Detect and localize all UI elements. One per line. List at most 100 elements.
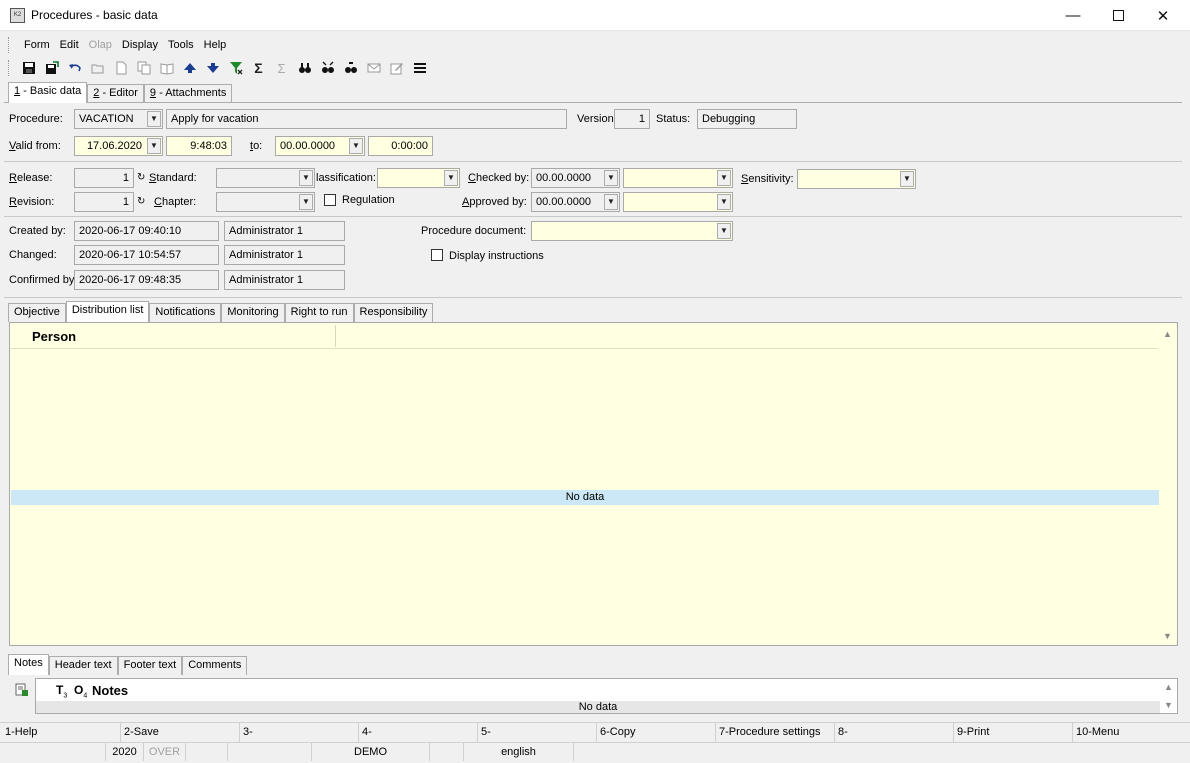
approved-by-user-combo[interactable]: ▼: [623, 192, 733, 212]
arrow-up-icon[interactable]: [178, 58, 201, 78]
tab-distribution-list[interactable]: Distribution list: [65, 301, 150, 322]
regulation-checkbox[interactable]: [324, 194, 336, 206]
mail-icon[interactable]: [362, 58, 385, 78]
tab-header-text[interactable]: Header text: [48, 656, 118, 675]
scroll-down-icon[interactable]: ▼: [1163, 631, 1172, 641]
fkey-print[interactable]: 9-Print: [955, 723, 1073, 742]
menu-edit[interactable]: Edit: [55, 39, 84, 51]
revision-field[interactable]: 1: [74, 192, 134, 212]
edit-icon[interactable]: [385, 58, 408, 78]
new-icon[interactable]: [109, 58, 132, 78]
to-time-field[interactable]: 0:00:00: [368, 136, 433, 156]
fkey-4[interactable]: 4-: [360, 723, 478, 742]
undo-icon[interactable]: [63, 58, 86, 78]
menu-help[interactable]: Help: [199, 39, 232, 51]
sensitivity-combo[interactable]: ▼: [797, 169, 916, 189]
menu-tools[interactable]: Tools: [163, 39, 199, 51]
confirmed-by-user-field[interactable]: Administrator 1: [224, 270, 345, 290]
tab-notifications[interactable]: Notifications: [149, 303, 222, 322]
version-field[interactable]: 1: [614, 109, 650, 129]
scroll-down-icon[interactable]: ▼: [1164, 700, 1173, 710]
chevron-down-icon[interactable]: ▼: [717, 223, 731, 239]
find-icon[interactable]: [339, 58, 362, 78]
sum-filter-icon[interactable]: Σ: [270, 58, 293, 78]
tab-comments[interactable]: Comments: [182, 656, 248, 675]
menu-display[interactable]: Display: [117, 39, 163, 51]
tab-monitoring[interactable]: Monitoring: [221, 303, 285, 322]
binoculars-icon[interactable]: [293, 58, 316, 78]
fkey-3[interactable]: 3-: [241, 723, 359, 742]
chevron-down-icon[interactable]: ▼: [444, 170, 458, 186]
save-as-icon[interactable]: [40, 58, 63, 78]
checked-by-user-combo[interactable]: ▼: [623, 168, 733, 188]
tab-basic-data[interactable]: 1 - Basic data: [8, 82, 88, 103]
status-field[interactable]: Debugging: [697, 109, 797, 129]
column-header-person[interactable]: Person: [32, 329, 76, 344]
scroll-up-icon[interactable]: ▲: [1164, 682, 1173, 692]
column-header-t[interactable]: T3: [56, 683, 67, 699]
confirmed-by-date-field[interactable]: 2020-06-17 09:48:35: [74, 270, 219, 290]
fkey-procedure-settings[interactable]: 7-Procedure settings: [717, 723, 835, 742]
chevron-down-icon[interactable]: ▼: [604, 170, 618, 186]
to-date-combo[interactable]: 00.00.0000 ▼: [275, 136, 365, 156]
filter-icon[interactable]: [224, 58, 247, 78]
chevron-down-icon[interactable]: ▼: [900, 171, 914, 187]
open-icon[interactable]: [86, 58, 109, 78]
procedure-document-combo[interactable]: ▼: [531, 221, 733, 241]
notes-add-icon[interactable]: [15, 683, 29, 700]
tab-notes[interactable]: Notes: [8, 654, 49, 675]
standard-combo[interactable]: ▼: [216, 168, 315, 188]
chevron-down-icon[interactable]: ▼: [717, 170, 731, 186]
arrow-down-icon[interactable]: [201, 58, 224, 78]
sum-icon[interactable]: Σ: [247, 58, 270, 78]
fkey-5[interactable]: 5-: [479, 723, 597, 742]
chevron-down-icon[interactable]: ▼: [147, 111, 161, 127]
chevron-down-icon[interactable]: ▼: [717, 194, 731, 210]
chevron-down-icon[interactable]: ▼: [349, 138, 363, 154]
copy-icon[interactable]: [132, 58, 155, 78]
history-icon[interactable]: ↻: [137, 168, 145, 188]
changed-user-field[interactable]: Administrator 1: [224, 245, 345, 265]
created-by-user-field[interactable]: Administrator 1: [224, 221, 345, 241]
minimize-button[interactable]: —: [1050, 0, 1096, 31]
fkey-8[interactable]: 8-: [836, 723, 954, 742]
release-field[interactable]: 1: [74, 168, 134, 188]
tab-objective[interactable]: Objective: [8, 303, 66, 322]
column-header-o[interactable]: O4: [74, 683, 87, 699]
notes-grid[interactable]: T3 O4 Notes No data ▲ ▼: [35, 678, 1178, 714]
find-next-icon[interactable]: [316, 58, 339, 78]
maximize-button[interactable]: [1095, 0, 1141, 31]
chapter-combo[interactable]: ▼: [216, 192, 315, 212]
tab-right-to-run[interactable]: Right to run: [284, 303, 354, 322]
checked-by-date-combo[interactable]: 00.00.0000 ▼: [531, 168, 620, 188]
valid-from-date-combo[interactable]: 17.06.2020 ▼: [74, 136, 163, 156]
valid-from-time-field[interactable]: 9:48:03: [166, 136, 232, 156]
procedure-name-field[interactable]: Apply for vacation: [166, 109, 567, 129]
chevron-down-icon[interactable]: ▼: [299, 194, 313, 210]
fkey-copy[interactable]: 6-Copy: [598, 723, 716, 742]
tab-footer-text[interactable]: Footer text: [117, 656, 183, 675]
chevron-down-icon[interactable]: ▼: [299, 170, 313, 186]
approved-by-date-combo[interactable]: 00.00.0000 ▼: [531, 192, 620, 212]
menu-olap[interactable]: Olap: [84, 39, 117, 51]
scroll-up-icon[interactable]: ▲: [1163, 329, 1172, 339]
chevron-down-icon[interactable]: ▼: [147, 138, 161, 154]
history-icon[interactable]: ↻: [137, 192, 145, 212]
procedure-combo[interactable]: VACATION ▼: [74, 109, 163, 129]
column-header-notes[interactable]: Notes: [92, 683, 128, 698]
display-instructions-checkbox[interactable]: [431, 249, 443, 261]
chevron-down-icon[interactable]: ▼: [604, 194, 618, 210]
created-by-date-field[interactable]: 2020-06-17 09:40:10: [74, 221, 219, 241]
classification-combo[interactable]: ▼: [377, 168, 460, 188]
fkey-help[interactable]: 1-Help: [3, 723, 121, 742]
changed-date-field[interactable]: 2020-06-17 10:54:57: [74, 245, 219, 265]
fkey-menu[interactable]: 10-Menu: [1074, 723, 1186, 742]
menu-lines-icon[interactable]: [408, 58, 431, 78]
tab-attachments[interactable]: 9 - Attachments: [143, 84, 233, 103]
distribution-list-grid[interactable]: Person No data ▲ ▼: [9, 322, 1178, 646]
fkey-save[interactable]: 2-Save: [122, 723, 240, 742]
tab-responsibility[interactable]: Responsibility: [353, 303, 434, 322]
close-button[interactable]: ✕: [1140, 0, 1186, 31]
save-icon[interactable]: [17, 58, 40, 78]
menu-form[interactable]: Form: [19, 39, 55, 51]
